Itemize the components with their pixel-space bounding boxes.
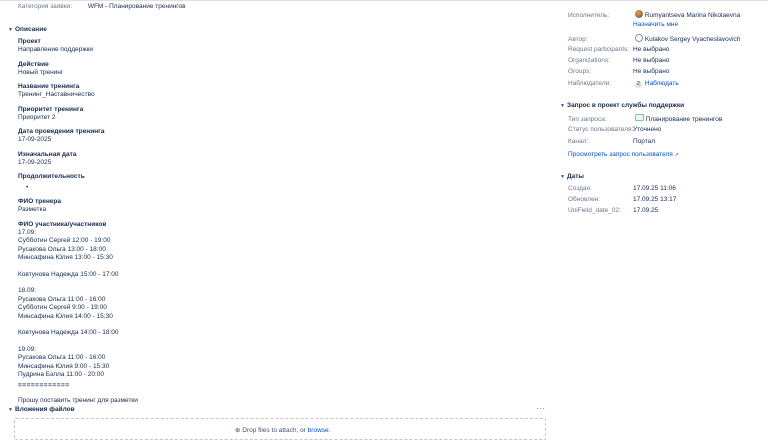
field-title-priority: Приоритет тренинга xyxy=(18,105,84,113)
main-panel: Категория заявки: WFM - Планирование тре… xyxy=(0,0,548,440)
field-value-training-date: 17-09-2025 xyxy=(18,136,52,143)
user-avatar xyxy=(634,10,643,18)
field-title-duration: Продолжительность xyxy=(18,173,85,180)
field-title-project: Проект xyxy=(18,38,41,45)
view-customer-request-link[interactable]: Просмотреть запрос пользователя ↗ xyxy=(568,151,679,159)
chevron-down-icon: ▼ xyxy=(8,27,13,33)
request-category-row: Категория заявки: WFM - Планирование тре… xyxy=(18,3,186,11)
field-title-training-name: Название тренинга xyxy=(18,83,80,90)
dates-header: Даты xyxy=(567,173,584,180)
participant-line: Русакова Ольга 13:00 - 18:00 xyxy=(18,245,106,253)
field-title-trainer: ФИО тренера xyxy=(18,198,61,205)
author-row: Автор: Kulakov Sergey Vyacheslavovich xyxy=(568,34,740,44)
groups-row[interactable]: Groups: Не выбрано xyxy=(568,68,669,76)
chevron-down-icon: ▼ xyxy=(8,407,13,413)
watch-link[interactable]: Наблюдать xyxy=(645,80,679,87)
attachments-section-toggle[interactable]: ▼ Вложения файлов xyxy=(8,406,75,414)
watchers-count-badge[interactable]: 2 xyxy=(634,81,642,88)
participant-line: Минсафина Юлия 13:00 - 15:30 xyxy=(18,254,113,261)
request-type-icon xyxy=(634,114,644,121)
field-title-action: Действие xyxy=(18,60,49,68)
description-header: Описание xyxy=(15,26,47,33)
browse-link[interactable]: browse. xyxy=(308,427,331,434)
field-title-training-date: Дата проведения тренинга xyxy=(18,128,105,135)
watchers-label: Наблюдатели: xyxy=(568,80,612,87)
request-participants-row[interactable]: Request participants: Не выбрано xyxy=(568,46,669,54)
participant-line: Ковтунова Надежда 15:00 - 17:00 xyxy=(18,270,119,278)
user-status-row: Статус пользователя:Уточнено xyxy=(568,126,662,133)
participant-line: Пудрина Бэлла 11:00 - 20:00 xyxy=(18,371,105,378)
dates-section-toggle[interactable]: ▼ Даты xyxy=(560,173,584,181)
participant-line: Минсафина Юлия 9:00 - 15:30 xyxy=(18,362,110,370)
field-value-action: Новый тренинг xyxy=(18,68,64,76)
field-value-trainer: Разметка xyxy=(18,206,47,213)
organizations-row[interactable]: Organizations: Не выбрано xyxy=(568,57,669,65)
participant-line: Субботин Сергей 12:00 - 19:00 xyxy=(18,237,111,244)
assignee-value[interactable]: Rumyantseva Marina Nikolaevna xyxy=(634,10,740,19)
field-title-participants: ФИО участника/участников xyxy=(18,220,107,228)
updated-row: Обновлен: 17.09.25 13:17 xyxy=(568,196,677,203)
service-desk-header: Запрос в проект службы поддержки xyxy=(567,102,685,109)
description-section-toggle[interactable]: ▼ Описание xyxy=(8,26,47,34)
bullet-empty: • xyxy=(26,184,29,191)
field-value-priority: Приоритет 2 xyxy=(18,113,56,121)
external-link-icon: ↗ xyxy=(674,152,679,158)
description-content[interactable]: Проект Направление поддержки Действие Но… xyxy=(18,38,538,405)
watchers-row: Наблюдатели: 2 Наблюдать xyxy=(568,80,679,88)
service-desk-section-toggle[interactable]: ▼ Запрос в проект службы поддержки xyxy=(560,102,684,110)
participant-line: Субботин Сергей 9:00 - 19:00 xyxy=(18,304,107,311)
field-title-initial-date: Изначальная дата xyxy=(18,150,77,158)
channel-row: Канал: Портал xyxy=(568,138,656,145)
user-avatar xyxy=(634,34,643,42)
attachments-header: Вложения файлов xyxy=(15,406,75,413)
participant-line: Минсафина Юлия 14:00 - 15:30 xyxy=(18,312,113,320)
request-note: Прошу поставить тренинг для разметки xyxy=(18,396,138,404)
author-value[interactable]: Kulakov Sergey Vyacheslavovich xyxy=(634,34,740,43)
participant-line: Русакова Ольга 11:00 - 16:00 xyxy=(18,295,106,303)
chevron-down-icon: ▼ xyxy=(560,103,565,109)
request-category-value[interactable]: WFM - Планирование тренингов xyxy=(88,3,186,10)
separator-line: ============ xyxy=(18,381,70,389)
participants-date-1: 17.09: xyxy=(18,228,37,236)
assign-to-me-link[interactable]: Назначить мне xyxy=(633,21,678,29)
participant-line: Ковтунова Надежда 14:00 - 18:00 xyxy=(18,329,119,336)
created-row: Создан: 17.09.25 11:06 xyxy=(568,185,676,192)
field-value-initial-date: 17-09-2025 xyxy=(18,158,52,166)
request-category-label: Категория заявки: xyxy=(18,3,73,10)
file-drop-zone[interactable]: ⊕ Drop files to attach, or browse. xyxy=(14,418,546,440)
field-value-project: Направление поддержки xyxy=(18,46,94,53)
upload-icon: ⊕ xyxy=(235,427,241,434)
unifield-date-row[interactable]: UniField_date_02: 17.09.25 xyxy=(568,207,658,215)
assignee-row: Исполнитель: Rumyantseva Marina Nikolaev… xyxy=(568,10,740,20)
participants-date-2: 18.09: xyxy=(18,287,37,294)
assignee-label: Исполнитель: xyxy=(568,11,610,19)
details-sidebar: Исполнитель: Rumyantseva Marina Nikolaev… xyxy=(560,0,768,430)
request-type-row[interactable]: Тип запроса: Планирование тренингов xyxy=(568,114,722,124)
participants-date-3: 19.09: xyxy=(18,345,37,353)
chevron-down-icon: ▼ xyxy=(560,174,565,180)
author-label: Автор: xyxy=(568,35,588,43)
field-value-training-name: Тренинг_Наставничество xyxy=(18,91,95,98)
drop-zone-text: ⊕ Drop files to attach, or browse. xyxy=(235,427,331,434)
more-actions-icon[interactable]: ··· xyxy=(536,405,546,413)
participant-line: Русакова Ольга 11:00 - 16:00 xyxy=(18,354,106,361)
